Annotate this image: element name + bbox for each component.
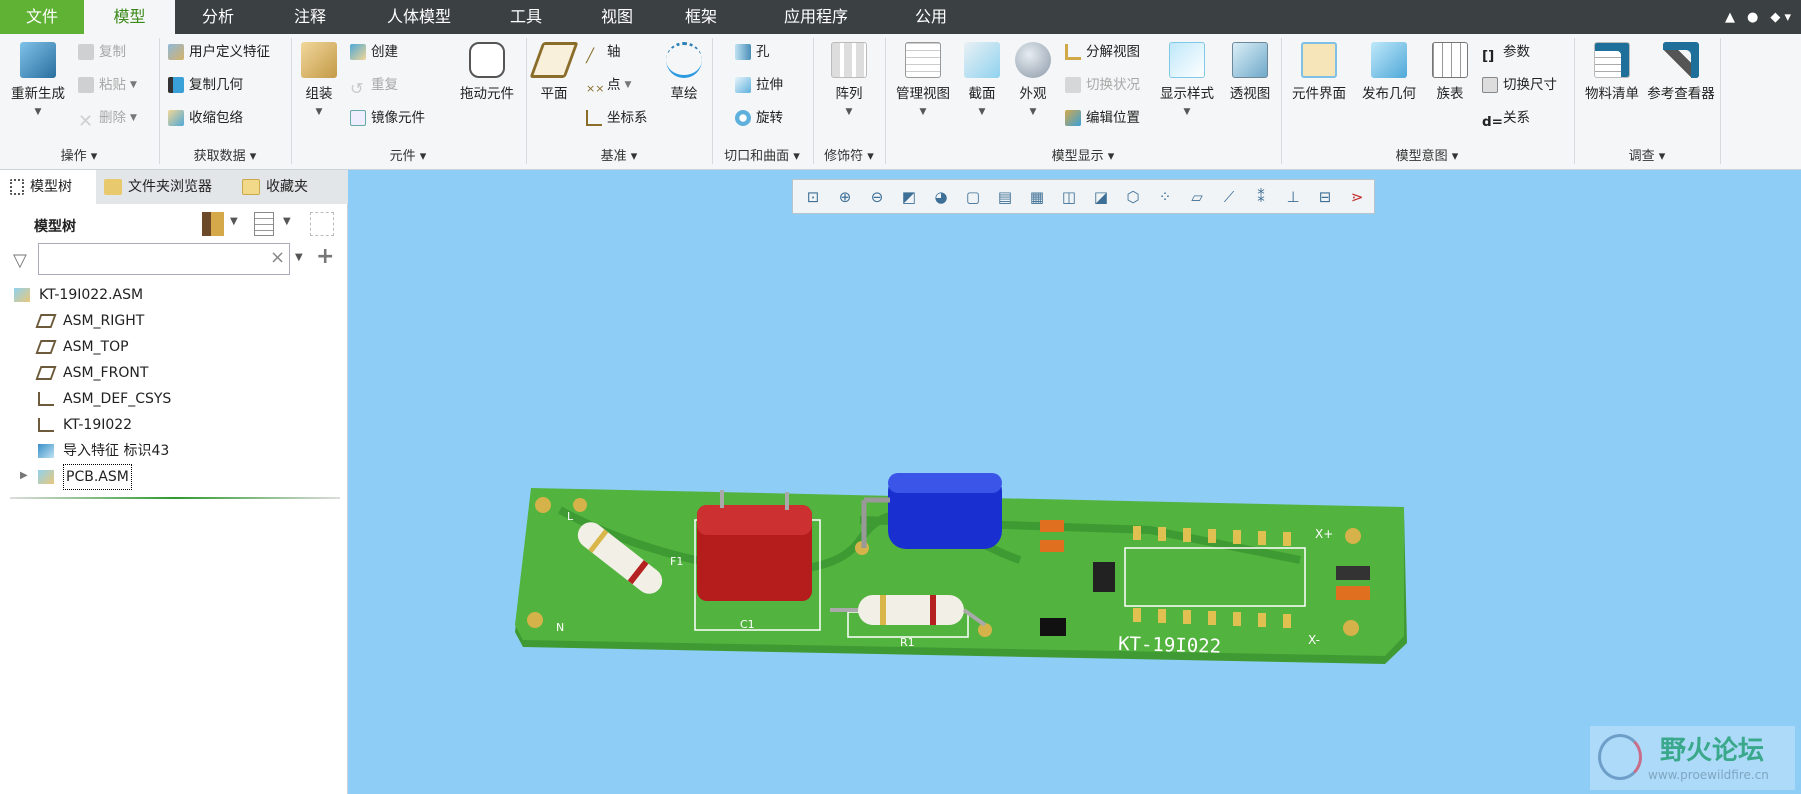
- display-style-icon[interactable]: ◕: [927, 184, 955, 210]
- graphics-toolbar: ⊡ ⊕ ⊖ ◩ ◕ ▢ ▤ ▦ ◫ ◪ ⬡ ⁘ ▱ ⟋ ⁑ ⊥ ⊟ ⋗: [792, 179, 1375, 214]
- pcb-f1-label: F1: [670, 555, 683, 568]
- pcb-r1-label: R1: [900, 636, 915, 649]
- saved-orientations-icon[interactable]: ▢: [959, 184, 987, 210]
- pcb-xminus-label: X-: [1308, 633, 1320, 647]
- zoom-out-icon[interactable]: ⊖: [863, 184, 891, 210]
- pcb-c1-label: C1: [740, 618, 755, 631]
- perspective-view-icon[interactable]: ◫: [1055, 184, 1083, 210]
- annotation-display-icon[interactable]: ⊟: [1311, 184, 1339, 210]
- plane-display-icon[interactable]: ▱: [1183, 184, 1211, 210]
- axis-display-icon[interactable]: ⟋: [1215, 184, 1243, 210]
- repaint-icon[interactable]: ◩: [895, 184, 923, 210]
- watermark: 野火论坛 www.proewildfire.cn: [1590, 726, 1795, 790]
- point-display-icon[interactable]: ⁑: [1247, 184, 1275, 210]
- manage-views-camera-icon[interactable]: ▦: [1023, 184, 1051, 210]
- view-manager-icon[interactable]: ▤: [991, 184, 1019, 210]
- watermark-title: 野火论坛: [1660, 736, 1765, 766]
- zoom-in-icon[interactable]: ⊕: [831, 184, 859, 210]
- watermark-url: www.proewildfire.cn: [1648, 768, 1769, 782]
- pcb-label: KT-19I022: [1118, 633, 1221, 658]
- datum-display-filters-icon[interactable]: ⁘: [1151, 184, 1179, 210]
- refit-icon[interactable]: ⊡: [799, 184, 827, 210]
- pcb-xplus-label: X+: [1315, 527, 1333, 541]
- pcb-l-label: L: [567, 510, 574, 523]
- pcb-n-label: N: [556, 621, 564, 634]
- 3d-viewport-model[interactable]: KT-19I022 X+ X- N L F1 C1 R1: [0, 0, 1801, 794]
- csys-display-icon[interactable]: ⊥: [1279, 184, 1307, 210]
- butterfly-logo-icon: [1598, 734, 1642, 780]
- section-view-icon[interactable]: ◪: [1087, 184, 1115, 210]
- transparent-box-icon[interactable]: ⬡: [1119, 184, 1147, 210]
- spin-center-icon[interactable]: ⋗: [1343, 184, 1371, 210]
